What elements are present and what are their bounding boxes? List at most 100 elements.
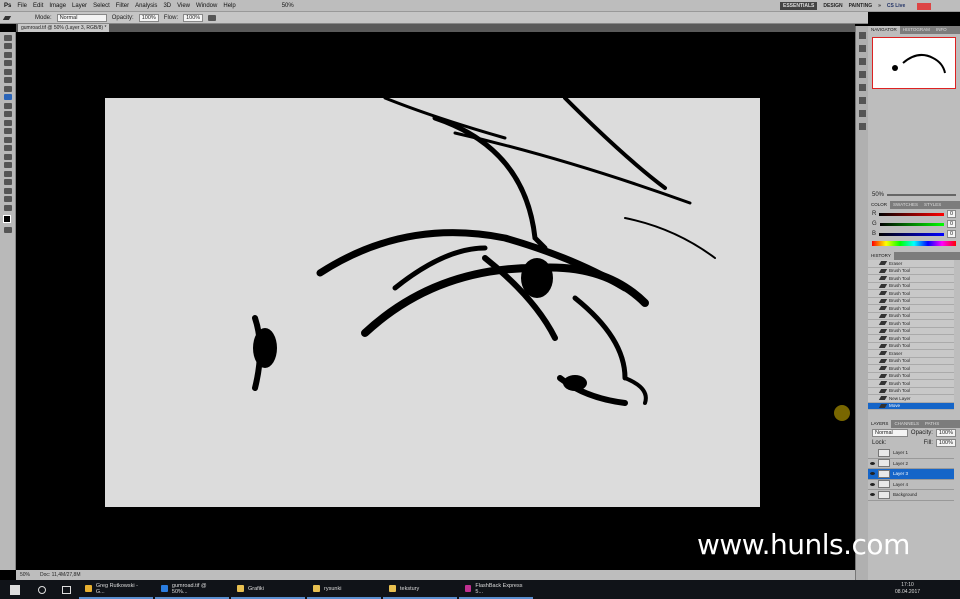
- 3d-rotate-tool-icon[interactable]: [4, 187, 12, 194]
- menu-edit[interactable]: Edit: [33, 3, 43, 9]
- menu-help[interactable]: Help: [223, 3, 235, 9]
- menu-select[interactable]: Select: [93, 3, 110, 9]
- document-canvas[interactable]: [105, 98, 760, 507]
- tab-channels[interactable]: CHANNELS: [891, 420, 922, 428]
- visibility-eye-icon[interactable]: [870, 472, 875, 476]
- brush-panel-icon[interactable]: [859, 58, 866, 65]
- history-item[interactable]: Brush Tool: [868, 380, 954, 388]
- fill-field[interactable]: 100%: [935, 439, 956, 447]
- history-item[interactable]: Brush Tool: [868, 320, 954, 328]
- eyedropper-tool-icon[interactable]: [4, 77, 12, 83]
- menu-layer[interactable]: Layer: [72, 3, 87, 9]
- hand-tool-icon[interactable]: [4, 196, 12, 202]
- b-field[interactable]: 0: [946, 230, 956, 238]
- menu-file[interactable]: File: [17, 3, 27, 9]
- color-ramp[interactable]: [872, 241, 956, 246]
- clone-source-icon[interactable]: [859, 71, 866, 78]
- menu-analysis[interactable]: Analysis: [135, 3, 157, 9]
- system-clock[interactable]: 17:10 08.04.2017: [895, 582, 920, 596]
- move-tool-icon[interactable]: [4, 34, 12, 41]
- workspace-essentials[interactable]: ESSENTIALS: [780, 2, 818, 10]
- visibility-eye-icon[interactable]: [870, 461, 875, 465]
- clone-stamp-tool-icon[interactable]: [4, 102, 12, 109]
- quick-mask-icon[interactable]: [4, 226, 12, 233]
- history-item[interactable]: Brush Tool: [868, 313, 954, 320]
- close-button[interactable]: [917, 2, 932, 10]
- tab-layers[interactable]: LAYERS: [868, 420, 892, 428]
- navigator-preview[interactable]: [872, 37, 956, 89]
- tab-styles[interactable]: STYLES: [921, 201, 944, 209]
- cs-live-button[interactable]: CS Live: [887, 3, 905, 9]
- tab-color[interactable]: COLOR: [868, 201, 891, 209]
- eraser-tool-icon[interactable]: [4, 119, 12, 126]
- history-item[interactable]: Brush Tool: [868, 275, 954, 283]
- menu-image[interactable]: Image: [49, 3, 66, 9]
- menu-3d[interactable]: 3D: [163, 3, 171, 9]
- zoom-tool-icon[interactable]: [4, 204, 12, 211]
- pen-tool-icon[interactable]: [4, 153, 12, 160]
- paragraph-panel-icon[interactable]: [859, 123, 866, 130]
- history-item[interactable]: Brush Tool: [868, 343, 954, 350]
- taskbar-item[interactable]: rysunki: [307, 580, 381, 599]
- mode-select[interactable]: Normal: [56, 13, 107, 22]
- tab-paths[interactable]: PATHS: [922, 420, 942, 428]
- tab-history[interactable]: HISTORY: [868, 252, 894, 260]
- status-zoom[interactable]: 50%: [20, 572, 30, 578]
- opacity-field[interactable]: 100%: [138, 13, 159, 22]
- taskbar-item[interactable]: FlashBack Express 5...: [459, 580, 533, 599]
- history-item[interactable]: Eraser: [868, 260, 954, 268]
- navigator-zoom-slider[interactable]: [887, 194, 956, 196]
- search-icon[interactable]: [38, 585, 46, 594]
- windows-start-icon[interactable]: [10, 584, 20, 595]
- history-item[interactable]: Brush Tool: [868, 328, 954, 335]
- history-item[interactable]: Brush Tool: [868, 298, 954, 305]
- crop-tool-icon[interactable]: [4, 68, 12, 75]
- zoom-level-select[interactable]: 50%: [282, 3, 294, 9]
- workspace-painting[interactable]: PAINTING: [849, 3, 873, 9]
- history-item[interactable]: Brush Tool: [868, 283, 954, 290]
- history-item[interactable]: Brush Tool: [868, 358, 954, 365]
- g-field[interactable]: 0: [946, 220, 956, 228]
- tab-info[interactable]: INFO: [933, 26, 950, 34]
- menu-filter[interactable]: Filter: [116, 3, 129, 9]
- gradient-tool-icon[interactable]: [4, 128, 12, 134]
- taskbar-item[interactable]: Greg Rutkowski - G...: [79, 580, 153, 599]
- masks-icon[interactable]: [859, 97, 866, 104]
- actions-panel-icon[interactable]: [859, 45, 866, 52]
- history-item[interactable]: Brush Tool: [868, 305, 954, 313]
- task-view-icon[interactable]: [62, 585, 71, 594]
- history-item[interactable]: Brush Tool: [868, 290, 954, 298]
- taskbar-item[interactable]: gumroad.tif @ 50%...: [155, 580, 229, 599]
- layer-row[interactable]: Layer 2: [868, 459, 954, 469]
- layer-opacity-field[interactable]: 100%: [935, 429, 956, 437]
- healing-tool-icon[interactable]: [4, 85, 12, 92]
- g-slider[interactable]: [879, 222, 944, 226]
- r-field[interactable]: 0: [946, 210, 956, 218]
- brush-tool-icon[interactable]: [2, 15, 12, 20]
- blur-tool-icon[interactable]: [4, 136, 12, 143]
- history-item[interactable]: Brush Tool: [868, 268, 954, 275]
- history-item[interactable]: New Layer: [868, 395, 954, 403]
- history-panel-icon[interactable]: [859, 32, 866, 39]
- history-brush-tool-icon[interactable]: [4, 111, 12, 117]
- character-panel-icon[interactable]: [859, 110, 866, 117]
- tab-histogram[interactable]: HISTOGRAM: [900, 26, 933, 34]
- foreground-color-swatch[interactable]: [3, 214, 11, 223]
- brush-tool-icon[interactable]: [4, 94, 12, 100]
- blend-mode-select[interactable]: Normal: [872, 429, 908, 437]
- tab-swatches[interactable]: SWATCHES: [890, 201, 921, 209]
- history-item[interactable]: Brush Tool: [868, 388, 954, 395]
- menu-window[interactable]: Window: [196, 3, 217, 9]
- taskbar-item[interactable]: Grafiki: [231, 580, 305, 599]
- menu-view[interactable]: View: [177, 3, 190, 9]
- quick-select-tool-icon[interactable]: [4, 60, 12, 66]
- workspace-more[interactable]: »: [878, 3, 881, 9]
- visibility-eye-icon[interactable]: [870, 482, 875, 486]
- tab-navigator[interactable]: NAVIGATOR: [868, 26, 900, 34]
- taskbar-item[interactable]: tekstury: [383, 580, 457, 599]
- history-item[interactable]: Brush Tool: [868, 373, 954, 380]
- workspace-design[interactable]: DESIGN: [823, 3, 842, 9]
- history-item[interactable]: Brush Tool: [868, 335, 954, 343]
- layer-row[interactable]: Background: [868, 490, 954, 501]
- type-tool-icon[interactable]: [4, 162, 12, 168]
